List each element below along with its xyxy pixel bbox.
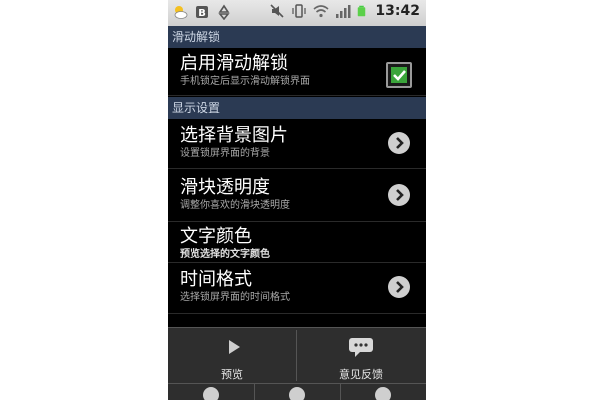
preview-button[interactable]: 预览 — [168, 328, 296, 383]
setting-time-format[interactable]: 时间格式 选择锁屏界面的时间格式 — [168, 264, 426, 314]
bottom-cell-1[interactable] — [168, 384, 255, 400]
recycle-icon — [218, 4, 230, 20]
section-header-display: 显示设置 — [168, 97, 426, 119]
setting-subtitle: 预览选择的文字颜色 — [180, 249, 270, 260]
bottom-action-bar: 预览 意见反馈 — [168, 327, 426, 400]
status-right: 13:42 — [269, 3, 420, 19]
chevron-right-icon — [388, 132, 410, 154]
chevron-right-icon — [388, 276, 410, 298]
mute-icon — [270, 4, 284, 18]
setting-text-color[interactable]: 文字颜色 预览选择的文字颜色 — [168, 223, 426, 263]
exit-icon — [375, 387, 391, 400]
setting-enable-slide-unlock[interactable]: 启用滑动解锁 手机锁定后显示滑动解锁界面 — [168, 48, 426, 96]
phone-screen: B 13:42 滑动解锁 启用滑动解锁 手机锁定后显示滑动解锁界面 显示设置 选… — [168, 0, 426, 400]
checkmark-icon — [391, 67, 407, 83]
enable-slide-unlock-checkbox[interactable] — [386, 62, 412, 88]
clock: 13:42 — [375, 3, 420, 19]
signal-icon — [336, 5, 351, 18]
setting-slider-opacity[interactable]: 滑块透明度 调整你喜欢的滑块透明度 — [168, 170, 426, 222]
setting-title: 文字颜色 — [180, 226, 252, 247]
weather-icon — [174, 6, 188, 19]
chevron-right-icon — [388, 184, 410, 206]
bottom-cell-3[interactable] — [340, 384, 426, 400]
info-icon — [289, 387, 305, 400]
play-icon — [229, 340, 240, 354]
battery-icon — [358, 5, 366, 17]
b-icon: B — [196, 6, 208, 19]
preview-label: 预览 — [221, 368, 243, 381]
menu-icon — [203, 387, 219, 400]
chat-bubble-icon — [349, 338, 373, 357]
vibrate-icon — [292, 4, 307, 18]
status-bar: B 13:42 — [168, 0, 426, 26]
bottom-icon-row — [168, 383, 426, 400]
status-left: B — [172, 4, 232, 20]
feedback-label: 意见反馈 — [339, 368, 383, 381]
setting-background-image[interactable]: 选择背景图片 设置锁屏界面的背景 — [168, 119, 426, 169]
bottom-cell-2[interactable] — [254, 384, 341, 400]
wifi-icon — [313, 5, 329, 18]
svg-text:B: B — [198, 8, 206, 19]
section-header-slide-unlock: 滑动解锁 — [168, 26, 426, 48]
feedback-button[interactable]: 意见反馈 — [297, 328, 425, 383]
